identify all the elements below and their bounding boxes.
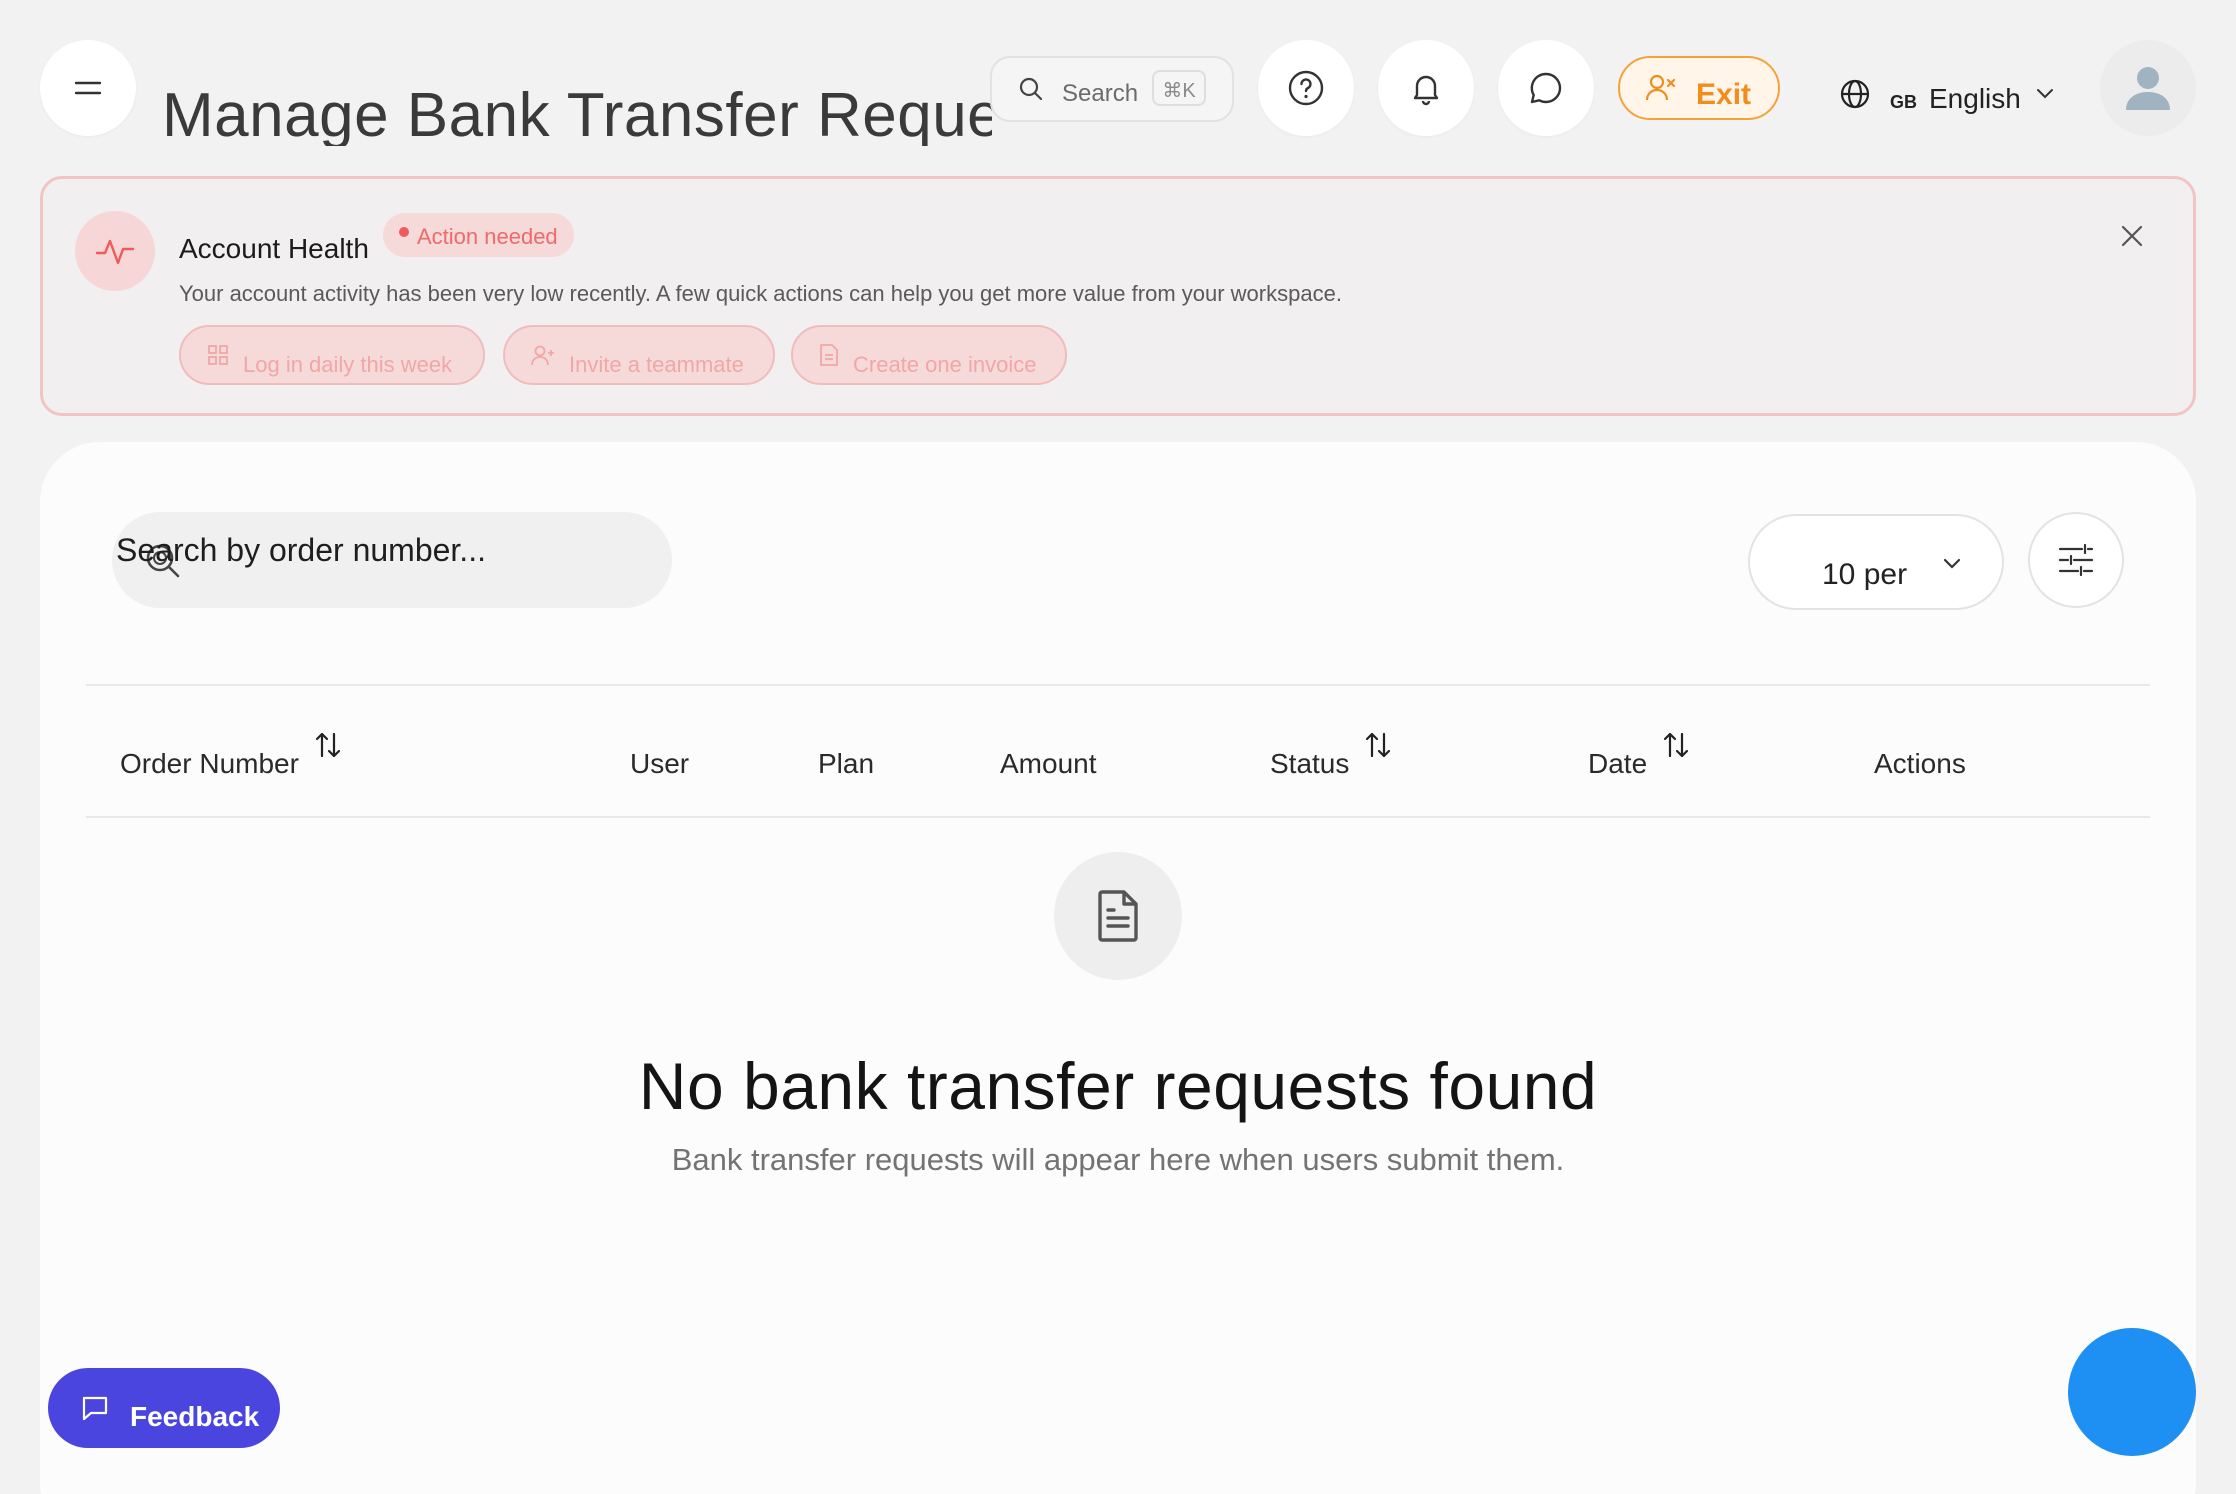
user-icon [2126, 67, 2170, 110]
page-title: Manage Bank Transfer Reque [162, 81, 992, 146]
menu-button[interactable] [40, 40, 136, 136]
order-search-input[interactable]: Search by order number... [112, 512, 672, 608]
shortcut-hint: ⌘K [1152, 70, 1206, 106]
user-x-icon [1645, 74, 1676, 101]
action-label: Log in daily this week [243, 352, 453, 377]
message-square-icon [82, 1396, 108, 1421]
document-icon [1054, 852, 1182, 980]
action-invite-teammate[interactable]: Invite a teammate [503, 325, 775, 385]
table-divider-top [86, 684, 2150, 686]
hamburger-icon [74, 81, 102, 95]
chat-bubble-icon [1530, 72, 1562, 104]
column-header-actions: Actions [1874, 748, 1966, 780]
account-health-description: Your account activity has been very low … [179, 281, 1342, 306]
global-search[interactable]: Search ⌘K [990, 56, 1234, 122]
globe-icon [1840, 79, 1870, 109]
help-button[interactable] [1258, 40, 1354, 136]
chevron-down-icon [2036, 89, 2053, 99]
pulse-icon [75, 211, 155, 291]
sort-icon [315, 732, 341, 758]
language-selector[interactable]: GB English [1838, 66, 2057, 122]
action-label: Create one invoice [853, 352, 1037, 377]
close-icon[interactable] [2117, 221, 2147, 251]
order-search-placeholder: Search by order number... [116, 532, 486, 568]
feedback-button[interactable]: Feedback [48, 1368, 280, 1448]
status-badge: Action needed [383, 213, 574, 257]
chevron-down-icon [1943, 558, 1961, 569]
status-badge-label: Action needed [417, 224, 558, 249]
bell-icon [1413, 75, 1439, 106]
per-page-value: 10 per [1822, 558, 1908, 591]
requests-panel: Search by order number... 10 per Order N… [40, 442, 2196, 1494]
column-label: Order Number [120, 748, 299, 779]
column-label: Amount [1000, 748, 1097, 779]
action-create-invoice[interactable]: Create one invoice [791, 325, 1067, 385]
grid-icon [208, 345, 228, 365]
column-label: Plan [818, 748, 875, 779]
empty-state-title: No bank transfer requests found [638, 1049, 1598, 1123]
language-name: English [1929, 83, 2021, 114]
account-health-title: Account Health [179, 233, 369, 264]
user-plus-icon [531, 345, 554, 366]
action-login-daily[interactable]: Log in daily this week [179, 325, 485, 385]
column-header-user: User [630, 748, 689, 780]
file-icon [820, 344, 838, 366]
column-label: Status [1270, 748, 1350, 779]
column-label: Actions [1874, 748, 1966, 779]
column-header-status[interactable]: Status [1270, 732, 1393, 780]
chat-launcher-button[interactable] [2068, 1328, 2196, 1456]
feedback-label: Feedback [130, 1401, 260, 1432]
user-avatar[interactable] [2100, 40, 2196, 136]
action-label: Invite a teammate [569, 352, 744, 377]
language-code: GB [1890, 91, 1917, 112]
filter-button[interactable] [2028, 512, 2124, 608]
sort-icon [1366, 732, 1391, 758]
empty-state-subtitle: Bank transfer requests will appear here … [671, 1142, 1565, 1177]
account-health-banner: Account Health Action needed Your accoun… [40, 176, 2196, 416]
column-header-amount: Amount [1000, 748, 1097, 780]
messages-button[interactable] [1498, 40, 1594, 136]
column-header-date[interactable]: Date [1588, 732, 1691, 780]
search-icon [1019, 77, 1043, 101]
per-page-select[interactable]: 10 per [1748, 514, 2004, 610]
exit-label: Exit [1696, 78, 1752, 111]
notifications-button[interactable] [1378, 40, 1474, 136]
column-header-plan: Plan [818, 748, 874, 780]
column-header-order-number[interactable]: Order Number [120, 732, 343, 780]
sort-icon [1664, 732, 1689, 758]
exit-impersonation-button[interactable]: Exit [1618, 56, 1780, 120]
search-label: Search [1062, 80, 1139, 107]
help-icon [1288, 70, 1324, 106]
sliders-icon [2058, 543, 2094, 577]
column-label: User [630, 748, 690, 779]
table-divider-bottom [86, 816, 2150, 818]
column-label: Date [1588, 748, 1648, 779]
